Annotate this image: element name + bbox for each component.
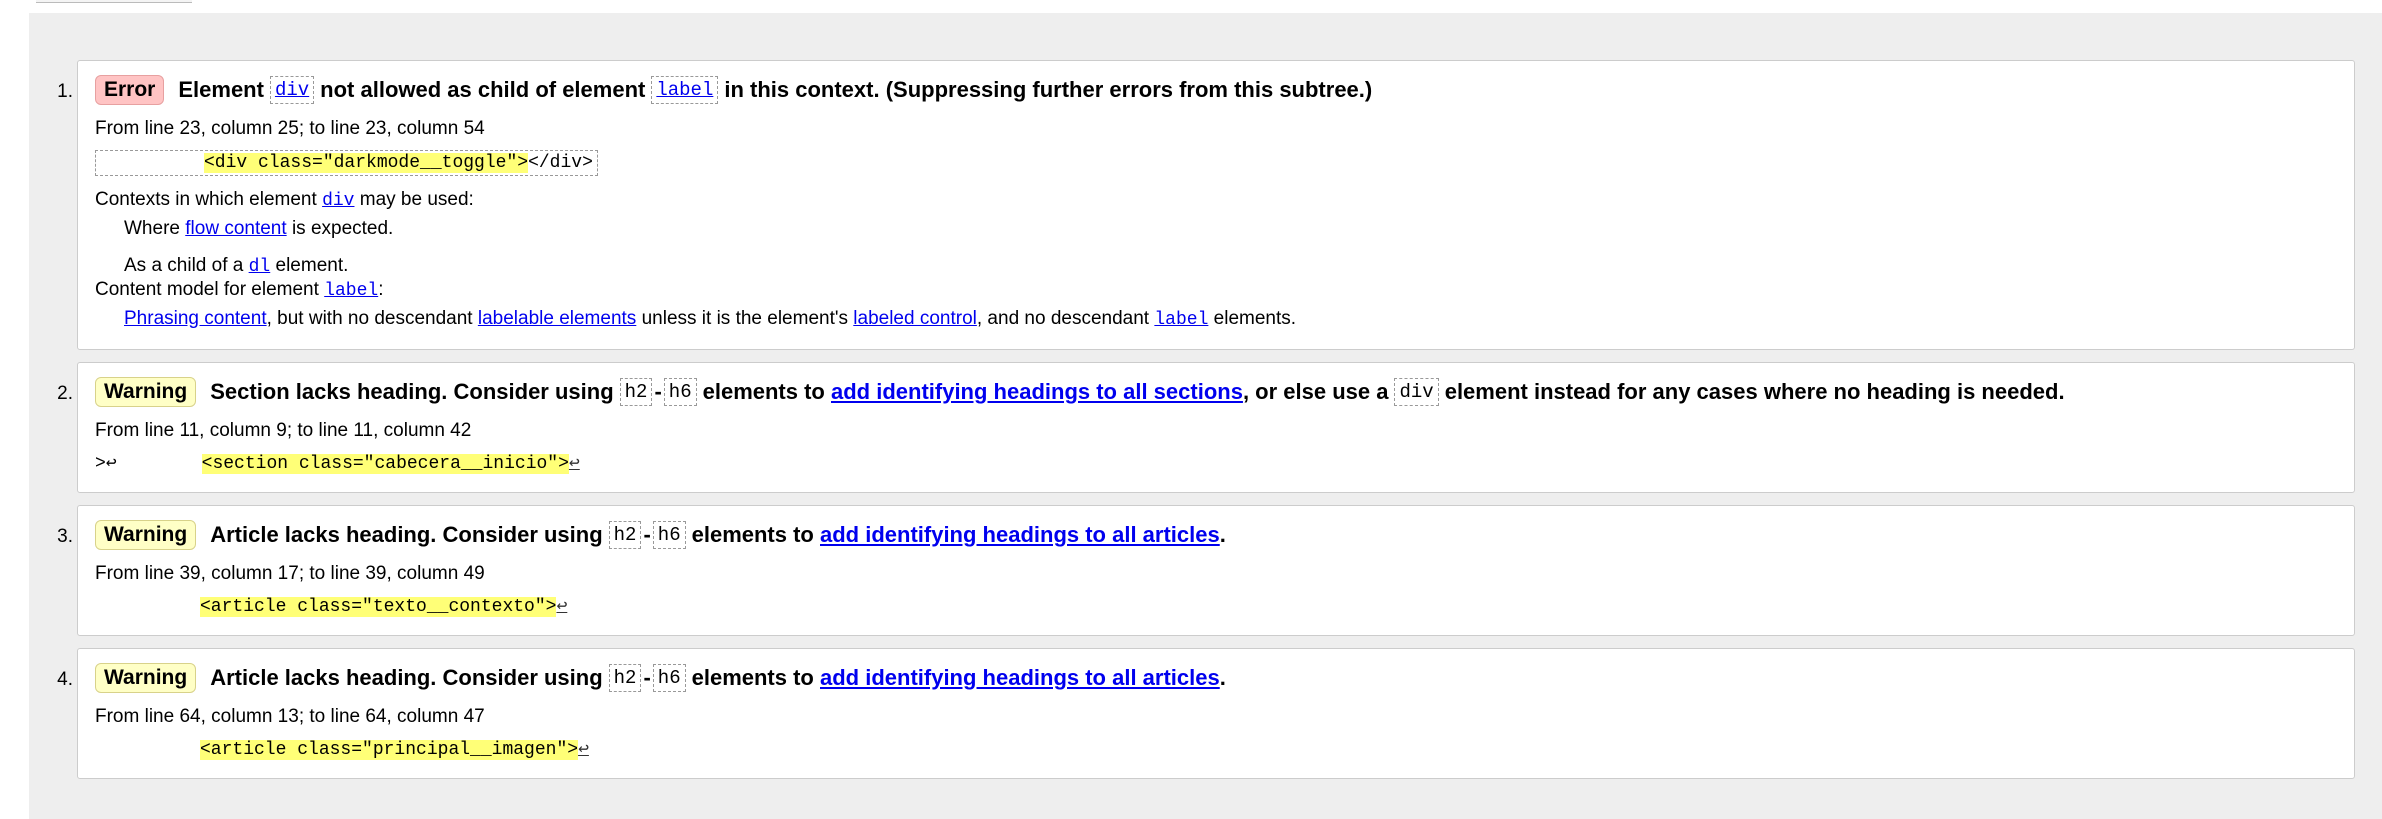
code-extract: >↩ <section class="cabecera__inicio">↩ <box>95 452 580 476</box>
code-h2: h2 <box>608 664 642 692</box>
heading-text: elements to <box>691 522 814 547</box>
code-h2: h2 <box>619 378 653 406</box>
message-heading: Error Element div not allowed as child o… <box>95 75 1372 105</box>
location-text: From line 64, column 13; to line 64, col… <box>95 706 485 727</box>
code-h2: h2 <box>608 521 642 549</box>
child-line: As a child of a dl element. <box>124 255 348 277</box>
message-item-warning: 2. Warning Section lacks heading. Consid… <box>57 362 2355 493</box>
child-prefix: As a child of a <box>124 255 244 276</box>
heading-text: in this context. (Suppressing further er… <box>724 77 1373 102</box>
code-h6: h6 <box>652 521 686 549</box>
location-text: From line 11, column 9; to line 11, colu… <box>95 420 472 441</box>
message-heading: Warning Article lacks heading. Consider … <box>95 663 1226 693</box>
model-suffix: : <box>378 279 384 300</box>
phrasing-text: elements. <box>1213 308 1297 329</box>
message-heading: Warning Article lacks heading. Consider … <box>95 520 1226 550</box>
extract-highlight: <article class="texto__contexto"> <box>200 597 557 617</box>
extract-lead: >↩ <box>95 454 117 474</box>
div-link[interactable]: div <box>275 79 309 101</box>
message-item-warning: 4. Warning Article lacks heading. Consid… <box>57 648 2355 779</box>
message-number: 1. <box>57 81 73 102</box>
dl-link[interactable]: dl <box>249 257 271 277</box>
dash: - <box>643 665 651 690</box>
code-extract: <article class="principal__imagen">↩ <box>95 738 589 762</box>
contexts-line: Contexts in which element div may be use… <box>95 189 474 211</box>
child-suffix: element. <box>275 255 349 276</box>
heading-text: Section lacks heading. Consider using <box>210 379 614 404</box>
labelable-elements-link[interactable]: labelable elements <box>478 308 636 329</box>
where-suffix: is expected. <box>291 218 394 239</box>
heading-text: , or else use a <box>1242 379 1389 404</box>
phrasing-text: , and no descendant <box>976 308 1150 329</box>
code-div: div <box>269 76 315 104</box>
results-panel: 1. Error Element div not allowed as chil… <box>29 13 2382 819</box>
heading-text: elements to <box>702 379 825 404</box>
return-marker: ↩ <box>556 597 568 617</box>
flow-content-link[interactable]: flow content <box>185 218 286 239</box>
message-item-error: 1. Error Element div not allowed as chil… <box>57 60 2355 350</box>
extract-highlight: <article class="principal__imagen"> <box>200 740 579 760</box>
warning-badge: Warning <box>95 377 197 407</box>
heading-text: . <box>1219 665 1226 690</box>
message-number: 2. <box>57 383 73 404</box>
phrasing-line: Phrasing content, but with no descendant… <box>124 308 1296 330</box>
contexts-prefix: Contexts in which element <box>95 189 317 210</box>
content-model-line: Content model for element label: <box>95 279 383 301</box>
contexts-suffix: may be used: <box>359 189 474 210</box>
label-link[interactable]: label <box>324 281 378 301</box>
heading-text: element instead for any cases where no h… <box>1444 379 2065 404</box>
div-link[interactable]: div <box>322 191 354 211</box>
labeled-control-link[interactable]: labeled control <box>853 308 977 329</box>
extract-tail: </div> <box>528 153 593 173</box>
extract-highlight: <section class="cabecera__inicio"> <box>201 454 569 474</box>
code-extract: <article class="texto__contexto">↩ <box>95 595 567 619</box>
phrasing-text: , but with no descendant <box>266 308 473 329</box>
warning-badge: Warning <box>95 663 197 693</box>
heading-text: Article lacks heading. Consider using <box>210 522 603 547</box>
code-extract: <div class="darkmode__toggle"></div> <box>95 150 598 176</box>
dash: - <box>654 379 662 404</box>
error-badge: Error <box>95 75 165 105</box>
top-tab-edge <box>36 0 192 3</box>
code-label: label <box>651 76 719 104</box>
where-line: Where flow content is expected. <box>124 218 393 240</box>
code-div: div <box>1394 378 1439 406</box>
where-prefix: Where <box>124 218 180 239</box>
headings-articles-link[interactable]: add identifying headings to all articles <box>820 520 1220 550</box>
heading-text: Article lacks heading. Consider using <box>210 665 603 690</box>
extract-highlight: <div class="darkmode__toggle"> <box>204 153 529 173</box>
model-prefix: Content model for element <box>95 279 319 300</box>
label-link[interactable]: label <box>656 79 713 101</box>
return-marker: ↩ <box>578 740 589 760</box>
code-h6: h6 <box>663 378 697 406</box>
return-marker: ↩ <box>568 454 580 474</box>
message-item-warning: 3. Warning Article lacks heading. Consid… <box>57 505 2355 636</box>
label-link[interactable]: label <box>1154 310 1208 330</box>
headings-articles-link[interactable]: add identifying headings to all articles <box>820 663 1220 693</box>
warning-badge: Warning <box>95 520 197 550</box>
headings-sections-link[interactable]: add identifying headings to all sections <box>831 377 1243 407</box>
location-text: From line 23, column 25; to line 23, col… <box>95 118 485 139</box>
phrasing-text: unless it is the element's <box>641 308 848 329</box>
dash: - <box>643 522 651 547</box>
message-number: 4. <box>57 669 73 690</box>
heading-text: not allowed as child of element <box>320 77 646 102</box>
location-text: From line 39, column 17; to line 39, col… <box>95 563 485 584</box>
phrasing-content-link[interactable]: Phrasing content <box>124 308 267 329</box>
message-heading: Warning Section lacks heading. Consider … <box>95 377 2065 407</box>
message-number: 3. <box>57 526 73 547</box>
heading-text: Element <box>178 77 264 102</box>
heading-text: elements to <box>691 665 814 690</box>
heading-text: . <box>1219 522 1226 547</box>
code-h6: h6 <box>652 664 686 692</box>
